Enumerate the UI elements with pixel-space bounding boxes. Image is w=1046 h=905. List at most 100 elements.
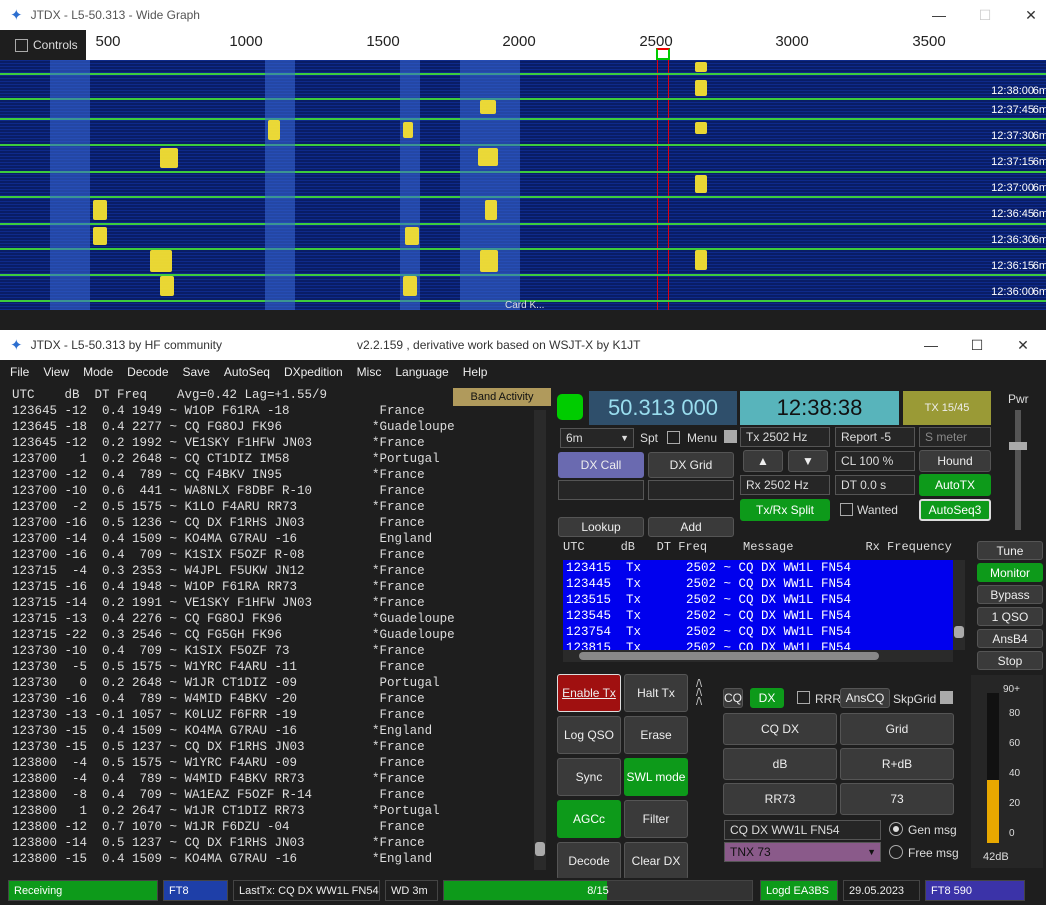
decode-row[interactable]: 123800 1 0.2 2647 ~ W1JR CT1DIZ RR73 *Po…: [6, 803, 548, 819]
decode-row[interactable]: 123800 -8 0.4 709 ~ WA1EAZ F5OZF R-14 Fr…: [6, 787, 548, 803]
decode-row[interactable]: 123700 1 0.2 2648 ~ CQ CT1DIZ IM58 *Port…: [6, 451, 548, 467]
menu-autoseq[interactable]: AutoSeq: [224, 365, 270, 379]
decode-row[interactable]: 123700 -14 0.4 1509 ~ KO4MA G7RAU -16 En…: [6, 531, 548, 547]
menu-mode[interactable]: Mode: [83, 365, 113, 379]
txrx-split-button[interactable]: Tx/Rx Split: [740, 499, 830, 521]
controls-toggle[interactable]: Controls: [0, 30, 86, 60]
menu-dxpedition[interactable]: DXpedition: [284, 365, 343, 379]
anscq-button[interactable]: AnsCQ: [840, 688, 890, 708]
tx-frequency-spinbox[interactable]: Tx 2502 Hz: [740, 427, 830, 447]
monitor-button[interactable]: Monitor: [977, 563, 1043, 582]
maximize-icon[interactable]: ☐: [954, 330, 1000, 360]
menu-help[interactable]: Help: [463, 365, 488, 379]
arrow-up-icon[interactable]: ▲: [743, 450, 783, 472]
cq-button[interactable]: CQ: [723, 688, 743, 708]
decode-row[interactable]: 123730 -16 0.4 789 ~ W4MID F4BKV -20 Fra…: [6, 691, 548, 707]
macro-rr73-button[interactable]: RR73: [723, 783, 837, 815]
dt-spinbox[interactable]: DT 0.0 s: [835, 475, 915, 495]
dx-button[interactable]: DX: [750, 688, 784, 708]
macro-73-button[interactable]: 73: [840, 783, 954, 815]
decode-row[interactable]: 123715 -14 0.2 1991 ~ VE1SKY F1HFW JN03 …: [6, 595, 548, 611]
decode-row[interactable]: 123730 0 0.2 2648 ~ W1JR CT1DIZ -09 Port…: [6, 675, 548, 691]
decode-row[interactable]: 123800 -4 0.5 1575 ~ W1YRC F4ARU -09 Fra…: [6, 755, 548, 771]
menu-checkbox[interactable]: [667, 431, 680, 444]
scrollbar-thumb[interactable]: [535, 842, 545, 856]
dx-grid-button[interactable]: DX Grid: [648, 452, 734, 478]
decode-row[interactable]: 123730 -15 0.4 1509 ~ KO4MA G7RAU -16 *E…: [6, 723, 548, 739]
stop-button[interactable]: Stop: [977, 651, 1043, 670]
wanted-checkbox[interactable]: [840, 503, 853, 516]
macro-cq-dx-button[interactable]: CQ DX: [723, 713, 837, 745]
dx-call-input[interactable]: [558, 480, 644, 500]
hound-button[interactable]: Hound: [919, 450, 991, 472]
controls-checkbox[interactable]: [15, 38, 28, 52]
enable-tx-button[interactable]: Enable Tx: [557, 674, 621, 712]
tx-history-hscroll[interactable]: [563, 650, 953, 662]
agcc-button[interactable]: AGCc: [557, 800, 621, 838]
waterfall-display[interactable]: 12:38:00 12:37:45 12:37:30 12:37:15 12:3…: [0, 60, 1046, 310]
decode-row[interactable]: 123700 -10 0.6 441 ~ WA8NLX F8DBF R-10 F…: [6, 483, 548, 499]
one-qso-button[interactable]: 1 QSO: [977, 607, 1043, 626]
decode-row[interactable]: 123800 -15 0.4 1509 ~ KO4MA G7RAU -16 *E…: [6, 851, 548, 867]
minimize-icon[interactable]: —: [916, 0, 962, 30]
tx-period-button[interactable]: TX 15/45: [903, 391, 991, 425]
skpgrid-checkbox[interactable]: [940, 691, 953, 704]
decode-row[interactable]: 123700 -2 0.5 1575 ~ K1LO F4ARU RR73 *Fr…: [6, 499, 548, 515]
decode-row[interactable]: 123715 -22 0.3 2546 ~ CQ FG5GH FK96 *Gua…: [6, 627, 548, 643]
menu-language[interactable]: Language: [395, 365, 448, 379]
sync-button[interactable]: Sync: [557, 758, 621, 796]
lookup-button[interactable]: Lookup: [558, 517, 644, 537]
rrr-checkbox[interactable]: [797, 691, 810, 704]
s-meter-field[interactable]: S meter: [919, 427, 991, 447]
free-msg-radio[interactable]: [889, 845, 903, 859]
decode-row[interactable]: 123730 -15 0.5 1237 ~ CQ DX F1RHS JN03 *…: [6, 739, 548, 755]
layout-toggle-icon[interactable]: /\/\/\: [696, 679, 712, 710]
decode-row[interactable]: 123700 -16 0.5 1236 ~ CQ DX F1RHS JN03 F…: [6, 515, 548, 531]
tx-history-list[interactable]: 123415 Tx 2502 ~ CQ DX WW1L FN54 123445 …: [563, 560, 953, 650]
tx-history-vscroll[interactable]: [953, 560, 965, 650]
menu-option-checkbox[interactable]: [724, 430, 737, 443]
report-spinbox[interactable]: Report -5: [835, 427, 915, 447]
ansb4-button[interactable]: AnsB4: [977, 629, 1043, 648]
menu-view[interactable]: View: [43, 365, 69, 379]
close-icon[interactable]: ✕: [1008, 0, 1046, 30]
slider-handle[interactable]: [1009, 442, 1027, 450]
dial-frequency[interactable]: 50.313 000: [589, 391, 737, 425]
decode-row[interactable]: 123730 -5 0.5 1575 ~ W1YRC F4ARU -11 Fra…: [6, 659, 548, 675]
log-qso-button[interactable]: Log QSO: [557, 716, 621, 754]
scrollbar-thumb[interactable]: [954, 626, 964, 638]
autoseq-button[interactable]: AutoSeq3: [919, 499, 991, 521]
decode-row[interactable]: 123645 -18 0.4 2277 ~ CQ FG8OJ FK96 *Gua…: [6, 419, 548, 435]
menu-misc[interactable]: Misc: [357, 365, 382, 379]
menu-save[interactable]: Save: [183, 365, 210, 379]
macro-r-db-button[interactable]: R+dB: [840, 748, 954, 780]
decode-row[interactable]: 123730 -10 0.4 709 ~ K1SIX F5OZF 73 *Fra…: [6, 643, 548, 659]
frequency-scale[interactable]: 500 1000 1500 2000 2500 3000 3500: [86, 30, 1046, 60]
tx-frequency-marker[interactable]: [656, 48, 670, 60]
erase-button[interactable]: Erase: [624, 716, 688, 754]
decode-row[interactable]: 123715 -4 0.3 2353 ~ W4JPL F5UKW JN12 *F…: [6, 563, 548, 579]
decode-row[interactable]: 123645 -12 0.2 1992 ~ VE1SKY F1HFW JN03 …: [6, 435, 548, 451]
decode-row[interactable]: 123700 -12 0.4 789 ~ CQ F4BKV IN95 *Fran…: [6, 467, 548, 483]
decode-row[interactable]: 123800 -14 0.5 1237 ~ CQ DX F1RHS JN03 *…: [6, 835, 548, 851]
dx-call-button[interactable]: DX Call: [558, 452, 644, 478]
power-slider[interactable]: [1009, 410, 1027, 530]
menu-decode[interactable]: Decode: [127, 365, 168, 379]
band-select[interactable]: 6m ▼: [560, 428, 634, 448]
decode-row[interactable]: 123800 -4 0.4 789 ~ W4MID F4BKV RR73 *Fr…: [6, 771, 548, 787]
clear-dx-button[interactable]: Clear DX: [624, 842, 688, 880]
decode-row[interactable]: 123715 -16 0.4 1948 ~ W1OP F61RA RR73 *F…: [6, 579, 548, 595]
cl-spinbox[interactable]: CL 100 %: [835, 451, 915, 471]
decode-row[interactable]: 123700 -16 0.4 709 ~ K1SIX F5OZF R-08 Fr…: [6, 547, 548, 563]
band-activity-list[interactable]: UTC dB DT Freq Avg=0.42 Lag=+1.55/9 1236…: [6, 387, 548, 873]
tune-button[interactable]: Tune: [977, 541, 1043, 560]
swl-mode-button[interactable]: SWL mode: [624, 758, 688, 796]
minimize-icon[interactable]: —: [908, 330, 954, 360]
menu-file[interactable]: File: [10, 365, 29, 379]
add-button[interactable]: Add: [648, 517, 734, 537]
bypass-button[interactable]: Bypass: [977, 585, 1043, 604]
gen-message-input[interactable]: CQ DX WW1L FN54: [724, 820, 881, 840]
rx-frequency-spinbox[interactable]: Rx 2502 Hz: [740, 475, 830, 495]
close-icon[interactable]: ✕: [1000, 330, 1046, 360]
halt-tx-button[interactable]: Halt Tx: [624, 674, 688, 712]
